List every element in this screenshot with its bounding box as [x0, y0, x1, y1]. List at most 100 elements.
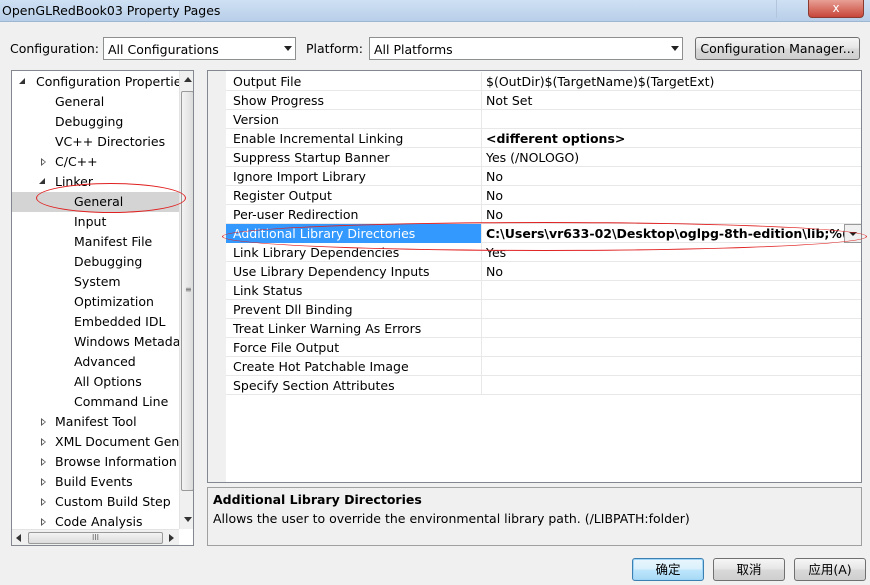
tree-item[interactable]: Command Line [12, 392, 179, 412]
tree-item[interactable]: General [12, 92, 179, 112]
property-row[interactable]: Register Output No [226, 186, 861, 205]
property-grid[interactable]: Output File $(OutDir)$(TargetName)$(Targe… [207, 70, 862, 483]
tree-item[interactable]: Debugging [12, 252, 179, 272]
expand-closed-icon[interactable] [41, 498, 46, 506]
property-row[interactable]: Additional Library Directories C:\Users\v… [226, 224, 861, 243]
property-row[interactable]: Output File $(OutDir)$(TargetName)$(Targe… [226, 72, 861, 91]
property-value-cell[interactable] [481, 300, 861, 319]
tree-item[interactable]: General [12, 192, 179, 212]
tree-item[interactable]: Linker [12, 172, 179, 192]
property-value-cell[interactable]: $(OutDir)$(TargetName)$(TargetExt) [481, 72, 861, 91]
property-value-cell[interactable]: <different options> [481, 129, 861, 148]
expand-open-icon[interactable] [18, 77, 28, 87]
property-name: Use Library Dependency Inputs [233, 264, 430, 279]
tree-vertical-scrollbar[interactable]: ≡ [179, 71, 193, 529]
tree-item[interactable]: VC++ Directories [12, 132, 179, 152]
tree-item[interactable]: Debugging [12, 112, 179, 132]
property-row[interactable]: Enable Incremental Linking <different opt… [226, 129, 861, 148]
category-tree[interactable]: Configuration Properties General Debugging… [11, 70, 194, 546]
tree-item[interactable]: Build Events [12, 472, 179, 492]
expand-closed-icon[interactable] [41, 418, 46, 426]
property-name: Ignore Import Library [233, 169, 366, 184]
tree-item-label: C/C++ [55, 154, 98, 169]
property-row[interactable]: Suppress Startup Banner Yes (/NOLOGO) [226, 148, 861, 167]
tree-item[interactable]: Manifest File [12, 232, 179, 252]
tree-scroll-thumb[interactable]: ≡ [181, 91, 193, 491]
scroll-down-icon[interactable] [184, 517, 192, 522]
property-value-cell[interactable] [481, 376, 861, 395]
property-row[interactable]: Use Library Dependency Inputs No [226, 262, 861, 281]
property-row[interactable]: Show Progress Not Set [226, 91, 861, 110]
property-value-cell[interactable]: No [481, 186, 861, 205]
tree-item[interactable]: Configuration Properties [12, 72, 188, 92]
property-row[interactable]: Treat Linker Warning As Errors [226, 319, 861, 338]
tree-item-label: Input [74, 214, 107, 229]
close-icon[interactable]: x [808, 0, 864, 18]
expand-closed-icon[interactable] [41, 458, 46, 466]
property-row[interactable]: Link Library Dependencies Yes [226, 243, 861, 262]
property-row[interactable]: Force File Output [226, 338, 861, 357]
scroll-left-icon[interactable] [16, 534, 21, 542]
property-row[interactable]: Prevent Dll Binding [226, 300, 861, 319]
tree-item[interactable]: C/C++ [12, 152, 179, 172]
chevron-down-icon[interactable] [844, 224, 861, 243]
description-title: Additional Library Directories [213, 492, 422, 507]
tree-item-label: Embedded IDL [74, 314, 166, 329]
tree-item[interactable]: Advanced [12, 352, 179, 372]
scroll-right-icon[interactable] [169, 534, 174, 542]
property-row[interactable]: Specify Section Attributes [226, 376, 861, 395]
tree-item-label: Command Line [74, 394, 169, 409]
configuration-label: Configuration: [10, 41, 99, 56]
ok-button[interactable]: 确定 [632, 558, 704, 581]
expand-closed-icon[interactable] [41, 158, 46, 166]
tree-hscroll-thumb[interactable]: III [28, 532, 163, 544]
property-value-cell[interactable]: No [481, 262, 861, 281]
apply-button[interactable]: 应用(A) [794, 558, 866, 581]
property-value-cell[interactable] [481, 319, 861, 338]
title-bar[interactable]: OpenGLRedBook03 Property Pages x [0, 0, 870, 22]
property-value-cell[interactable] [481, 110, 861, 129]
property-value-cell[interactable] [481, 281, 861, 300]
property-value-cell[interactable] [481, 338, 861, 357]
cancel-button[interactable]: 取消 [713, 558, 785, 581]
property-row[interactable]: Link Status [226, 281, 861, 300]
property-value-cell[interactable] [481, 357, 861, 376]
scroll-up-icon[interactable] [184, 77, 192, 82]
property-name: Output File [233, 74, 302, 89]
property-value-cell[interactable]: Yes (/NOLOGO) [481, 148, 861, 167]
expand-open-icon[interactable] [38, 177, 48, 187]
property-name: Create Hot Patchable Image [233, 359, 409, 374]
property-value-cell[interactable]: No [481, 205, 861, 224]
property-name: Treat Linker Warning As Errors [233, 321, 422, 336]
tree-item[interactable]: All Options [12, 372, 179, 392]
property-row[interactable]: Ignore Import Library No [226, 167, 861, 186]
expand-closed-icon[interactable] [41, 518, 46, 526]
tree-item[interactable]: System [12, 272, 179, 292]
tree-item[interactable]: Manifest Tool [12, 412, 179, 432]
property-value-cell[interactable]: Yes [481, 243, 861, 262]
configuration-value: All Configurations [108, 42, 219, 57]
window-title: OpenGLRedBook03 Property Pages [2, 3, 221, 18]
expand-closed-icon[interactable] [41, 478, 46, 486]
configuration-manager-button[interactable]: Configuration Manager... [695, 37, 860, 60]
tree-item[interactable]: XML Document Generator [12, 432, 193, 452]
tree-horizontal-scrollbar[interactable]: III [12, 529, 179, 545]
tree-item-label: Manifest Tool [55, 414, 137, 429]
tree-item[interactable]: Input [12, 212, 179, 232]
property-name: Force File Output [233, 340, 340, 355]
property-row[interactable]: Version [226, 110, 861, 129]
property-value-cell[interactable]: No [481, 167, 861, 186]
tree-item[interactable]: Optimization [12, 292, 179, 312]
tree-item[interactable]: Embedded IDL [12, 312, 179, 332]
configuration-combo[interactable]: All Configurations [103, 37, 296, 60]
property-name: Suppress Startup Banner [233, 150, 390, 165]
tree-item[interactable]: Custom Build Step [12, 492, 179, 512]
property-row[interactable]: Per-user Redirection No [226, 205, 861, 224]
tree-item[interactable]: Browse Information [12, 452, 179, 472]
tree-item[interactable]: Windows Metadata [12, 332, 193, 352]
platform-combo[interactable]: All Platforms [369, 37, 683, 60]
property-row[interactable]: Create Hot Patchable Image [226, 357, 861, 376]
expand-closed-icon[interactable] [41, 438, 46, 446]
property-value-cell[interactable]: C:\Users\vr633-02\Desktop\oglpg-8th-edit… [481, 224, 861, 243]
property-value-cell[interactable]: Not Set [481, 91, 861, 110]
